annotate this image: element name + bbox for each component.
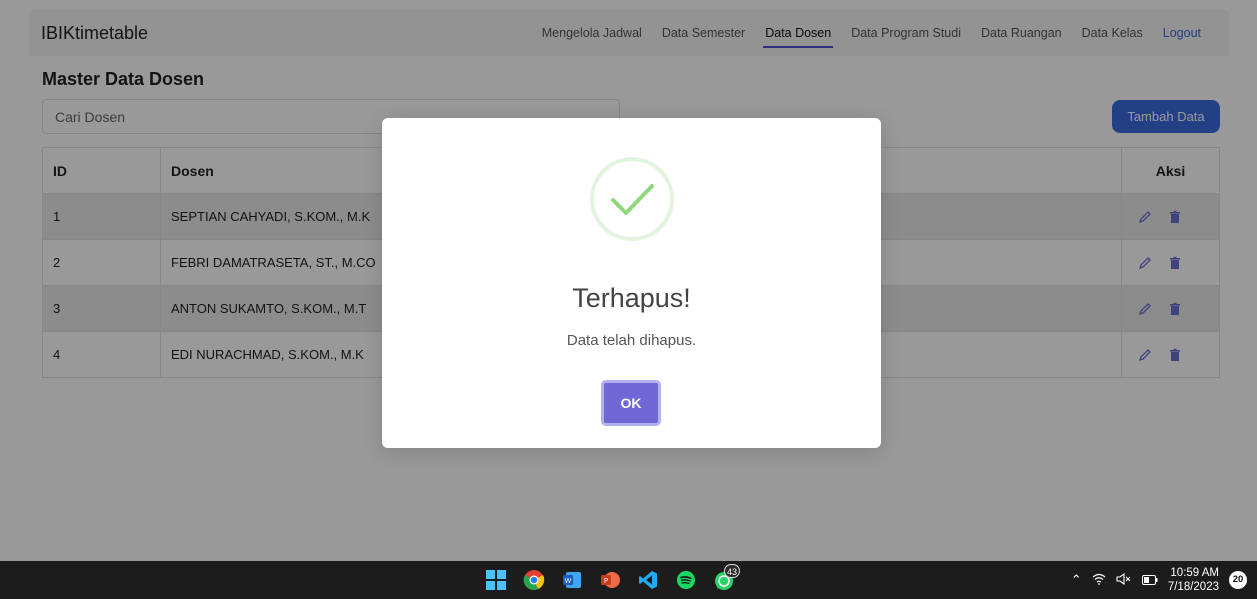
windows-taskbar: W P 43 ⌃ 10:59 AM 7/18/2023 20 (0, 561, 1257, 599)
volume-muted-icon[interactable] (1116, 572, 1132, 588)
wifi-icon[interactable] (1092, 573, 1106, 588)
notification-badge[interactable]: 20 (1229, 571, 1247, 589)
powerpoint-icon[interactable]: P (594, 566, 626, 594)
spotify-icon[interactable] (670, 566, 702, 594)
word-icon[interactable]: W (556, 566, 588, 594)
system-tray: ⌃ 10:59 AM 7/18/2023 20 (1071, 561, 1247, 599)
ok-button[interactable]: OK (601, 380, 661, 426)
vscode-icon[interactable] (632, 566, 664, 594)
clock-time: 10:59 AM (1170, 567, 1219, 579)
dialog-title: Terhapus! (572, 283, 691, 313)
chevron-up-icon[interactable]: ⌃ (1071, 572, 1082, 588)
success-dialog: Terhapus! Data telah dihapus. OK (382, 118, 881, 448)
taskbar-apps: W P 43 (480, 564, 740, 594)
taskbar-clock[interactable]: 10:59 AM 7/18/2023 (1168, 566, 1219, 594)
svg-text:W: W (565, 577, 572, 585)
chrome-icon[interactable] (518, 566, 550, 594)
windows-start-icon[interactable] (480, 566, 512, 594)
svg-text:P: P (604, 577, 608, 585)
dialog-message: Data telah dihapus. (566, 332, 697, 349)
battery-icon[interactable] (1141, 573, 1158, 588)
whatsapp-icon[interactable]: 43 (708, 564, 740, 594)
whatsapp-badge: 43 (723, 564, 740, 578)
clock-date: 7/18/2023 (1167, 581, 1219, 593)
modal-backdrop[interactable]: Terhapus! Data telah dihapus. OK (0, 0, 1257, 561)
success-check-icon (590, 157, 674, 241)
